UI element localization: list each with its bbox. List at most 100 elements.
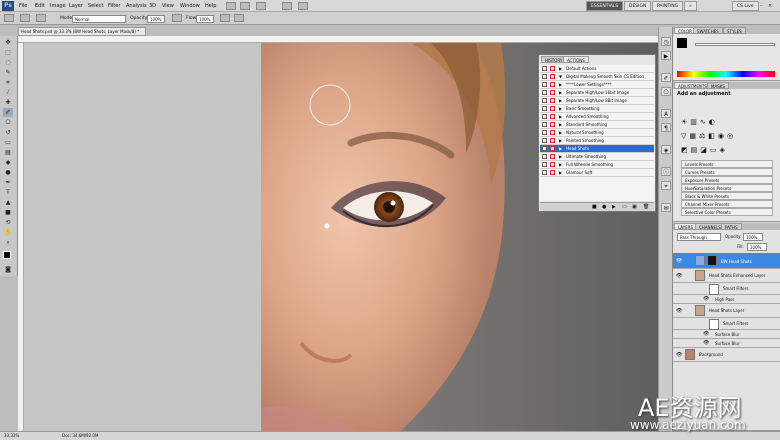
eraser-tool-icon[interactable]: ▭: [3, 138, 13, 147]
cs-live-button[interactable]: CS Live: [732, 1, 759, 11]
action-row[interactable]: ▶ Separate High/Low 16bit Image: [540, 89, 654, 97]
bw-icon[interactable]: ◧: [708, 132, 718, 140]
eyedropper-tool-icon[interactable]: ⁄: [3, 88, 13, 97]
pen-tool-icon[interactable]: ✒: [3, 178, 13, 187]
toggle-checkbox[interactable]: [542, 130, 547, 135]
history-panel-icon[interactable]: ◷: [661, 37, 671, 46]
brush-tool-icon[interactable]: ✐: [3, 108, 13, 117]
menu-3d[interactable]: 3D: [149, 3, 156, 9]
invert-icon[interactable]: ◩: [681, 146, 691, 154]
filter-row[interactable]: 👁 High Pass: [673, 295, 780, 304]
tab-paths[interactable]: PATHS: [721, 223, 742, 230]
marquee-tool-icon[interactable]: ⬚: [3, 48, 13, 57]
preset-hue-saturation[interactable]: Hue/Saturation Presets: [681, 184, 773, 192]
action-row[interactable]: ▶ Painted Smoothing: [540, 137, 654, 145]
airbrush-icon[interactable]: [220, 14, 230, 22]
menu-analysis[interactable]: Analysis: [126, 3, 147, 9]
crop-tool-icon[interactable]: ⌗: [3, 78, 13, 87]
exposure-icon[interactable]: ◐: [709, 118, 718, 126]
history-brush-tool-icon[interactable]: ↺: [3, 128, 13, 137]
visibility-eye-icon[interactable]: 👁: [703, 296, 709, 302]
menu-image[interactable]: Image: [50, 3, 66, 9]
menu-select[interactable]: Select: [88, 3, 103, 9]
expand-triangle-icon[interactable]: ▶: [559, 81, 562, 88]
toggle-checkbox[interactable]: [542, 90, 547, 95]
menu-filter[interactable]: Filter: [108, 3, 120, 9]
expand-triangle-icon[interactable]: ▶: [559, 129, 562, 136]
action-row[interactable]: ▶ Full Wheelie Smoothing: [540, 161, 654, 169]
expand-triangle-icon[interactable]: ▶: [559, 145, 562, 152]
visibility-eye-icon[interactable]: 👁: [676, 258, 682, 264]
workspace-more[interactable]: »: [684, 1, 697, 11]
smart-filters-row[interactable]: Smart Filters: [673, 283, 780, 295]
action-row[interactable]: ▶ ****Lower Settings****: [540, 81, 654, 89]
toggle-checkbox[interactable]: [542, 74, 547, 79]
actions-panel-icon[interactable]: ▶: [661, 51, 671, 60]
toggle-checkbox[interactable]: [542, 170, 547, 175]
expand-triangle-icon[interactable]: ▼: [559, 73, 562, 80]
layer-row[interactable]: 👁 Head Shots Enhanced Layer: [673, 269, 780, 283]
healing-brush-tool-icon[interactable]: ✚: [3, 98, 13, 107]
toggle-checkbox[interactable]: [542, 114, 547, 119]
filter-row[interactable]: 👁 Surface Blur: [673, 339, 780, 348]
preset-curves[interactable]: Curves Presets: [681, 168, 773, 176]
play-icon[interactable]: ▶: [612, 204, 616, 210]
workspace-painting[interactable]: PAINTING: [652, 1, 684, 11]
new-action-icon[interactable]: ▣: [632, 204, 637, 210]
toggle-checkbox[interactable]: [542, 106, 547, 111]
expand-triangle-icon[interactable]: ▶: [559, 89, 562, 96]
record-icon[interactable]: ●: [602, 204, 606, 210]
zoom-readout[interactable]: 33.33%: [4, 433, 19, 438]
action-row[interactable]: ▶ Standard Smoothing: [540, 121, 654, 129]
expand-triangle-icon[interactable]: ▶: [559, 105, 562, 112]
menu-file[interactable]: File: [19, 3, 27, 9]
expand-triangle-icon[interactable]: ▶: [559, 137, 562, 144]
brush-preset-icon[interactable]: [4, 14, 14, 22]
bridge-icon[interactable]: [226, 2, 236, 10]
curves-icon[interactable]: ∿: [700, 118, 709, 126]
layer-fill-field[interactable]: 100%: [747, 243, 767, 251]
dialog-toggle[interactable]: [550, 106, 555, 111]
dialog-toggle[interactable]: [550, 74, 555, 79]
dialog-toggle[interactable]: [550, 154, 555, 159]
new-set-icon[interactable]: ▭: [622, 204, 627, 210]
layer-mask-thumbnail[interactable]: [707, 255, 717, 266]
preset-black-white[interactable]: Black & White Presets: [681, 192, 773, 200]
posterize-icon[interactable]: ▤: [691, 146, 701, 154]
levels-icon[interactable]: ▥: [690, 118, 700, 126]
dialog-toggle[interactable]: [550, 114, 555, 119]
minimize-icon[interactable]: –: [760, 3, 763, 9]
quick-mask-icon[interactable]: ◙: [3, 265, 13, 274]
expand-triangle-icon[interactable]: ▶: [559, 153, 562, 160]
filter-row[interactable]: 👁 Surface Blur: [673, 330, 780, 339]
tab-styles[interactable]: STYLES: [723, 27, 746, 34]
lasso-tool-icon[interactable]: ◌: [3, 58, 13, 67]
close-icon[interactable]: ×: [768, 3, 772, 9]
pressure-opacity-icon[interactable]: [172, 14, 182, 22]
action-row[interactable]: ▼ Digital Makeup Smooth Skin CS Edition: [540, 73, 654, 81]
foreground-color-swatch[interactable]: [3, 251, 11, 259]
toggle-checkbox[interactable]: [542, 98, 547, 103]
selective-color-icon[interactable]: ◈: [720, 146, 728, 154]
dialog-toggle[interactable]: [550, 138, 555, 143]
dialog-toggle[interactable]: [550, 170, 555, 175]
hand-tool-icon[interactable]: ✋: [3, 228, 13, 237]
action-row[interactable]: ▶ Glamour Soft: [540, 169, 654, 177]
screen-mode-icon[interactable]: [298, 2, 308, 10]
hue-sat-icon[interactable]: ▦: [689, 132, 699, 140]
dodge-tool-icon[interactable]: ●: [3, 168, 13, 177]
dialog-toggle[interactable]: [550, 146, 555, 151]
action-row-selected[interactable]: ▶ Head Shots: [540, 145, 654, 153]
mode-select[interactable]: Normal: [72, 15, 126, 23]
menu-edit[interactable]: Edit: [35, 3, 45, 9]
document-tab[interactable]: Head Shots.psd @ 33.3% (BW Head Shots, L…: [18, 27, 146, 36]
doc-size-readout[interactable]: Doc: 34.6M/92.0M: [62, 433, 98, 438]
clone-stamp-tool-icon[interactable]: ⎔: [3, 118, 13, 127]
visibility-eye-icon[interactable]: 👁: [676, 308, 682, 314]
layer-row-selected[interactable]: 👁 BW Head Shots: [673, 253, 780, 269]
preset-levels[interactable]: Levels Presets: [681, 160, 773, 168]
expand-triangle-icon[interactable]: ▶: [559, 113, 562, 120]
expand-triangle-icon[interactable]: ▶: [559, 169, 562, 176]
paragraph-panel-icon[interactable]: ¶: [661, 123, 671, 132]
toggle-checkbox[interactable]: [542, 154, 547, 159]
